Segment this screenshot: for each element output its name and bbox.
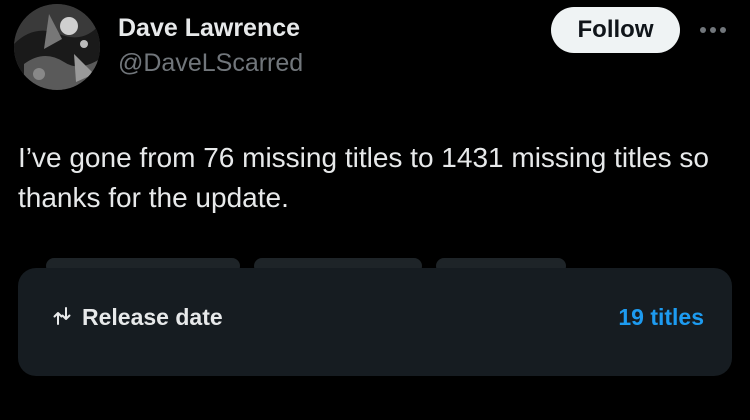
sort-card[interactable]: Release date 19 titles xyxy=(18,268,732,376)
tweet-text: I’ve gone from 76 missing titles to 1431… xyxy=(18,142,709,213)
sort-arrows-icon xyxy=(50,304,74,328)
follow-button[interactable]: Follow xyxy=(551,7,680,53)
more-options-button[interactable] xyxy=(693,18,733,42)
avatar[interactable] xyxy=(14,4,100,90)
sort-label: Release date xyxy=(82,304,223,330)
titles-count[interactable]: 19 titles xyxy=(618,304,704,331)
avatar-image xyxy=(14,4,100,90)
more-dots-icon xyxy=(700,27,726,33)
author-handle[interactable]: @DaveLScarred xyxy=(118,49,303,78)
author-name[interactable]: Dave Lawrence xyxy=(118,14,300,43)
